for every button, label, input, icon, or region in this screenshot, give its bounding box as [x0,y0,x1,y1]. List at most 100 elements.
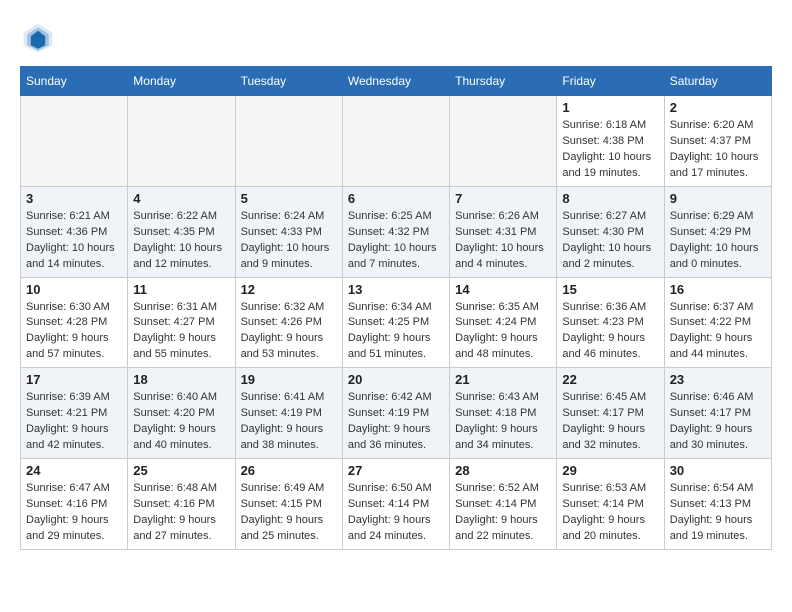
day-number: 26 [241,463,337,478]
calendar-cell [450,96,557,187]
weekday-header: Friday [557,67,664,96]
calendar-cell: 6 Sunrise: 6:25 AM Sunset: 4:32 PM Daylig… [342,186,449,277]
calendar-cell: 13Sunrise: 6:34 AM Sunset: 4:25 PM Dayli… [342,277,449,368]
calendar-cell: 29 Sunrise: 6:53 AM Sunset: 4:14 PM Dayli… [557,459,664,550]
day-info: Sunrise: 6:24 AM Sunset: 4:33 PM Dayligh… [241,209,337,273]
calendar-cell [235,96,342,187]
calendar-cell: 3 Sunrise: 6:21 AM Sunset: 4:36 PM Daylig… [21,186,128,277]
calendar-cell: 22 Sunrise: 6:45 AM Sunset: 4:17 PM Dayli… [557,368,664,459]
day-info: Sunrise: 6:45 AM Sunset: 4:17 PM Dayligh… [562,390,658,454]
day-number: 25 [133,463,229,478]
day-info: Sunrise: 6:43 AM Sunset: 4:18 PM Dayligh… [455,390,551,454]
calendar-cell: 12 Sunrise: 6:32 AM Sunset: 4:26 PM Dayli… [235,277,342,368]
day-info: Sunrise: 6:52 AM Sunset: 4:14 PM Dayligh… [455,481,551,545]
day-number: 21 [455,372,551,387]
day-number: 1 [562,100,658,115]
calendar-cell: 4 Sunrise: 6:22 AM Sunset: 4:35 PM Daylig… [128,186,235,277]
calendar-cell: 5 Sunrise: 6:24 AM Sunset: 4:33 PM Daylig… [235,186,342,277]
calendar-cell [342,96,449,187]
day-info: Sunrise: 6:47 AM Sunset: 4:16 PM Dayligh… [26,481,122,545]
day-info: Sunrise: 6:29 AM Sunset: 4:29 PM Dayligh… [670,209,766,273]
calendar-cell: 30 Sunrise: 6:54 AM Sunset: 4:13 PM Dayli… [664,459,771,550]
day-info: Sunrise: 6:48 AM Sunset: 4:16 PM Dayligh… [133,481,229,545]
day-number: 5 [241,191,337,206]
day-number: 9 [670,191,766,206]
calendar-cell: 26 Sunrise: 6:49 AM Sunset: 4:15 PM Dayli… [235,459,342,550]
calendar-cell: 7 Sunrise: 6:26 AM Sunset: 4:31 PM Daylig… [450,186,557,277]
day-number: 4 [133,191,229,206]
day-info: Sunrise: 6:30 AM Sunset: 4:28 PM Dayligh… [26,300,122,364]
calendar-cell: 17 Sunrise: 6:39 AM Sunset: 4:21 PM Dayli… [21,368,128,459]
day-info: Sunrise: 6:54 AM Sunset: 4:13 PM Dayligh… [670,481,766,545]
day-number: 14 [455,282,551,297]
day-info: Sunrise: 6:34 AM Sunset: 4:25 PM Dayligh… [348,300,444,364]
day-number: 8 [562,191,658,206]
day-info: Sunrise: 6:20 AM Sunset: 4:37 PM Dayligh… [670,118,766,182]
calendar-week-row: 1 Sunrise: 6:18 AM Sunset: 4:38 PM Daylig… [21,96,772,187]
page-header [20,20,772,56]
day-info: Sunrise: 6:35 AM Sunset: 4:24 PM Dayligh… [455,300,551,364]
calendar-table: SundayMondayTuesdayWednesdayThursdayFrid… [20,66,772,550]
calendar-week-row: 17 Sunrise: 6:39 AM Sunset: 4:21 PM Dayli… [21,368,772,459]
weekday-header: Sunday [21,67,128,96]
day-number: 24 [26,463,122,478]
calendar-cell: 16 Sunrise: 6:37 AM Sunset: 4:22 PM Dayli… [664,277,771,368]
logo [20,20,62,56]
weekday-header: Saturday [664,67,771,96]
day-info: Sunrise: 6:31 AM Sunset: 4:27 PM Dayligh… [133,300,229,364]
day-info: Sunrise: 6:21 AM Sunset: 4:36 PM Dayligh… [26,209,122,273]
day-number: 30 [670,463,766,478]
day-number: 12 [241,282,337,297]
day-number: 6 [348,191,444,206]
day-info: Sunrise: 6:22 AM Sunset: 4:35 PM Dayligh… [133,209,229,273]
calendar-cell: 9 Sunrise: 6:29 AM Sunset: 4:29 PM Daylig… [664,186,771,277]
calendar-cell: 14 Sunrise: 6:35 AM Sunset: 4:24 PM Dayli… [450,277,557,368]
day-number: 28 [455,463,551,478]
day-number: 23 [670,372,766,387]
weekday-header: Tuesday [235,67,342,96]
day-number: 27 [348,463,444,478]
calendar-cell: 11Sunrise: 6:31 AM Sunset: 4:27 PM Dayli… [128,277,235,368]
day-info: Sunrise: 6:40 AM Sunset: 4:20 PM Dayligh… [133,390,229,454]
logo-icon [20,20,56,56]
calendar-cell: 2Sunrise: 6:20 AM Sunset: 4:37 PM Daylig… [664,96,771,187]
calendar-cell: 20Sunrise: 6:42 AM Sunset: 4:19 PM Dayli… [342,368,449,459]
day-number: 19 [241,372,337,387]
day-number: 18 [133,372,229,387]
calendar-cell: 18 Sunrise: 6:40 AM Sunset: 4:20 PM Dayli… [128,368,235,459]
day-info: Sunrise: 6:37 AM Sunset: 4:22 PM Dayligh… [670,300,766,364]
calendar-cell [21,96,128,187]
calendar-cell: 23 Sunrise: 6:46 AM Sunset: 4:17 PM Dayli… [664,368,771,459]
day-info: Sunrise: 6:53 AM Sunset: 4:14 PM Dayligh… [562,481,658,545]
day-number: 22 [562,372,658,387]
calendar-week-row: 3 Sunrise: 6:21 AM Sunset: 4:36 PM Daylig… [21,186,772,277]
calendar-cell: 15Sunrise: 6:36 AM Sunset: 4:23 PM Dayli… [557,277,664,368]
calendar-week-row: 10 Sunrise: 6:30 AM Sunset: 4:28 PM Dayli… [21,277,772,368]
day-info: Sunrise: 6:26 AM Sunset: 4:31 PM Dayligh… [455,209,551,273]
day-info: Sunrise: 6:46 AM Sunset: 4:17 PM Dayligh… [670,390,766,454]
day-number: 16 [670,282,766,297]
calendar-cell: 19 Sunrise: 6:41 AM Sunset: 4:19 PM Dayli… [235,368,342,459]
day-info: Sunrise: 6:49 AM Sunset: 4:15 PM Dayligh… [241,481,337,545]
day-info: Sunrise: 6:25 AM Sunset: 4:32 PM Dayligh… [348,209,444,273]
day-info: Sunrise: 6:32 AM Sunset: 4:26 PM Dayligh… [241,300,337,364]
day-number: 7 [455,191,551,206]
calendar-header-row: SundayMondayTuesdayWednesdayThursdayFrid… [21,67,772,96]
day-number: 15 [562,282,658,297]
day-number: 17 [26,372,122,387]
day-info: Sunrise: 6:50 AM Sunset: 4:14 PM Dayligh… [348,481,444,545]
day-number: 10 [26,282,122,297]
day-info: Sunrise: 6:42 AM Sunset: 4:19 PM Dayligh… [348,390,444,454]
weekday-header: Wednesday [342,67,449,96]
day-info: Sunrise: 6:18 AM Sunset: 4:38 PM Dayligh… [562,118,658,182]
calendar-cell: 8 Sunrise: 6:27 AM Sunset: 4:30 PM Daylig… [557,186,664,277]
calendar-cell: 25 Sunrise: 6:48 AM Sunset: 4:16 PM Dayli… [128,459,235,550]
calendar-week-row: 24 Sunrise: 6:47 AM Sunset: 4:16 PM Dayli… [21,459,772,550]
day-number: 3 [26,191,122,206]
day-info: Sunrise: 6:39 AM Sunset: 4:21 PM Dayligh… [26,390,122,454]
calendar-cell: 1 Sunrise: 6:18 AM Sunset: 4:38 PM Daylig… [557,96,664,187]
calendar-cell: 27 Sunrise: 6:50 AM Sunset: 4:14 PM Dayli… [342,459,449,550]
day-number: 29 [562,463,658,478]
day-info: Sunrise: 6:41 AM Sunset: 4:19 PM Dayligh… [241,390,337,454]
day-info: Sunrise: 6:27 AM Sunset: 4:30 PM Dayligh… [562,209,658,273]
